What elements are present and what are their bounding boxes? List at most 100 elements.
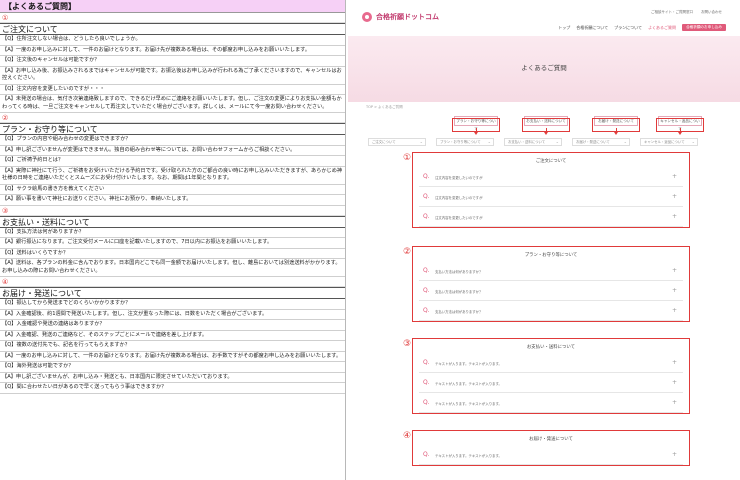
- site-logo[interactable]: 合格祈願ドットコム: [362, 12, 439, 22]
- faq-question-row[interactable]: Q. 注文内容を変更したいのですが +: [419, 187, 683, 207]
- select-plans[interactable]: プラン・お守り等について ⌄: [436, 138, 494, 146]
- arrow-down-icon: [474, 128, 479, 136]
- page-title: よくあるご質問: [521, 64, 567, 72]
- question-line: 【Q】振込してから発送までどのくらいかかりますか？: [0, 299, 345, 310]
- site-header: 合格祈願ドットコム ご相談サイト・ご質問窓口 お問い合わせ トップ 合格祈願につ…: [348, 0, 740, 36]
- top-link-contact[interactable]: お問い合わせ: [701, 10, 722, 15]
- q-mark-icon: Q.: [423, 193, 430, 200]
- section-number: ②: [403, 247, 412, 257]
- answer-line: 【A】未発送の場合は、気付き次第連絡致しますので、できるだけ早めにご連絡をお願い…: [0, 95, 345, 113]
- chevron-down-icon: ⌄: [555, 139, 559, 144]
- plus-icon[interactable]: +: [672, 379, 677, 386]
- question-text: 注文内容を変更したいのですが: [435, 196, 483, 200]
- plus-icon[interactable]: +: [672, 359, 677, 366]
- q-mark-icon: Q.: [423, 287, 430, 294]
- plus-icon[interactable]: +: [672, 213, 677, 220]
- category-number: ③: [0, 206, 345, 216]
- plus-icon[interactable]: +: [672, 173, 677, 180]
- section-title: お届け・発送について: [529, 437, 573, 442]
- section-title: プラン・お守り等について: [524, 253, 578, 258]
- answer-line: 【A】入金確認、発送のご連絡など、そのステップごとにメールで連絡を差し上げます。: [0, 331, 345, 341]
- faq-section: ④ お届け・発送について Q. テキストが入ります。テキストが入ります。 +: [403, 430, 690, 466]
- q-mark-icon: Q.: [423, 307, 430, 314]
- faq-question-row[interactable]: Q. 注文内容を変更したいのですが +: [419, 207, 683, 227]
- faq-question-row[interactable]: Q. 支払い方法は何がありますか？ +: [419, 261, 683, 281]
- question-line: 【Q】支払方法は何がありますか？: [0, 228, 345, 238]
- select-order[interactable]: ご注文について ⌄: [368, 138, 426, 146]
- question-text: 支払い方法は何がありますか？: [435, 270, 483, 274]
- sheet-title: 【よくあるご質問】: [0, 0, 345, 13]
- faq-question-row[interactable]: Q. 支払い方法は何がありますか？ +: [419, 281, 683, 301]
- nav-item-about[interactable]: 合格祈願について: [576, 25, 608, 31]
- plus-icon[interactable]: +: [672, 307, 677, 314]
- answer-line: 【A】一度のお申し込みに対して、一件のお届けとなります。お届け先が複数ある場合は…: [0, 352, 345, 362]
- page-hero: よくあるご質問: [348, 36, 740, 102]
- faq-section: ① ご注文について Q. 注文内容を変更したいのですが + Q. 注文内容を変更したいのです…: [403, 152, 690, 228]
- question-line: 【Q】送料はいくらですか？: [0, 249, 345, 259]
- faq-question-row[interactable]: Q. テキストが入ります。テキストが入ります。 +: [419, 353, 683, 373]
- website-mockup: 合格祈願ドットコム ご相談サイト・ご質問窓口 お問い合わせ トップ 合格祈願につ…: [348, 0, 740, 480]
- faq-question-row[interactable]: Q. テキストが入ります。テキストが入ります。 +: [419, 445, 683, 465]
- arrow-down-icon: [544, 128, 549, 136]
- select-payment[interactable]: お支払い・送料について ⌄: [504, 138, 562, 146]
- category-number: ②: [0, 113, 345, 123]
- apply-button[interactable]: 合格祈願のお申し込み: [682, 24, 726, 31]
- section-title: ご注文について: [535, 159, 567, 164]
- question-line: 【Q】注文内容を変更したいのですが・・・: [0, 85, 345, 95]
- question-text: テキストが入ります。テキストが入ります。: [435, 362, 502, 366]
- category-number: ④: [0, 277, 345, 287]
- answer-line: 【A】入金確認後、約1週間で発送いたします。但し、注文が重なった際には、日数をい…: [0, 310, 345, 320]
- plus-icon[interactable]: +: [672, 451, 677, 458]
- faq-question-row[interactable]: Q. 注文内容を変更したいのですが +: [419, 167, 683, 187]
- top-links: ご相談サイト・ご質問窓口 お問い合わせ: [651, 10, 722, 15]
- nav-item-faq[interactable]: よくあるご質問: [648, 25, 676, 31]
- sheet-body: ① ご注文について 【Q】住所注文しない場合は、どうしたら良いでしょうか。 【A】一度…: [0, 13, 345, 394]
- select-label: お届け・発送について: [576, 140, 610, 144]
- question-text: テキストが入ります。テキストが入ります。: [435, 402, 502, 406]
- q-mark-icon: Q.: [423, 173, 430, 180]
- breadcrumb: TOP > よくあるご質問: [366, 105, 403, 109]
- question-line: 【Q】海外発送は可能ですか？: [0, 362, 345, 373]
- select-delivery[interactable]: お届け・発送について ⌄: [572, 138, 630, 146]
- q-mark-icon: Q.: [423, 399, 430, 406]
- faq-question-row[interactable]: Q. テキストが入ります。テキストが入ります。 +: [419, 393, 683, 413]
- section-number: ④: [403, 431, 412, 441]
- plus-icon[interactable]: +: [672, 193, 677, 200]
- sakura-icon: [362, 12, 372, 22]
- question-text: 支払い方法は何がありますか？: [435, 290, 483, 294]
- faq-section: ② プラン・お守り等について Q. 支払い方法は何がありますか？ + Q. 支払い方法は何が…: [403, 246, 690, 322]
- question-line: 【Q】住所注文しない場合は、どうしたら良いでしょうか。: [0, 35, 345, 46]
- q-mark-icon: Q.: [423, 213, 430, 220]
- question-text: 注文内容を変更したいのですが: [435, 176, 483, 180]
- select-label: プラン・お守り等について: [440, 140, 481, 144]
- faq-question-row[interactable]: Q. テキストが入ります。テキストが入ります。 +: [419, 373, 683, 393]
- answer-line: 【A】申し訳ございませんが変更はできません。独自の組み合わせ等については、お問い…: [0, 146, 345, 156]
- question-line: 【Q】ご祈祷予約日とは？: [0, 156, 345, 167]
- nav-item-plans[interactable]: プランについて: [614, 25, 642, 31]
- select-label: ご注文について: [372, 140, 396, 144]
- chevron-down-icon: ⌄: [487, 139, 491, 144]
- question-text: 支払い方法は何がありますか？: [435, 310, 483, 314]
- plus-icon[interactable]: +: [672, 267, 677, 274]
- q-mark-icon: Q.: [423, 267, 430, 274]
- answer-line: 【A】お申し込み後、お振込みされるまではキャンセルが可能です。お振込後はお申し込…: [0, 67, 345, 85]
- nav-item-top[interactable]: トップ: [558, 25, 570, 31]
- question-text: 注文内容を変更したいのですが: [435, 216, 483, 220]
- q-mark-icon: Q.: [423, 379, 430, 386]
- category-heading: ご注文について: [0, 23, 345, 35]
- faq-question-row[interactable]: Q. 支払い方法は何がありますか？ +: [419, 301, 683, 321]
- plus-icon[interactable]: +: [672, 399, 677, 406]
- q-mark-icon: Q.: [423, 359, 430, 366]
- answer-line: 【A】申し訳ございませんが、お申し込み・発送とも、日本国内に限定させていただいて…: [0, 373, 345, 383]
- question-line: 【Q】注文後のキャンセルは可能ですか？: [0, 56, 345, 67]
- annotation-tabs: プラン・お守り等について お支払い・送料について お届け・発送について キャンセ…: [366, 116, 722, 136]
- answer-line: 【A】一度のお申し込みに対して、一件のお届けとなります。お届け先が複数ある場合は…: [0, 46, 345, 56]
- plus-icon[interactable]: +: [672, 287, 677, 294]
- question-line: 【Q】複数の送付先でも、記名を行ってもらえますか？: [0, 341, 345, 352]
- answer-line: 【A】送料は、各プランの料金に含んでおります。日本国内どこでも同一金額でお届けい…: [0, 259, 345, 277]
- top-link-help[interactable]: ご相談サイト・ご質問窓口: [651, 10, 693, 15]
- faq-section: ③ お支払い・送料について Q. テキストが入ります。テキストが入ります。 + Q. テキス…: [403, 338, 690, 414]
- chevron-down-icon: ⌄: [623, 139, 627, 144]
- question-line: 【Q】サクラ絵馬の書き方を教えてください: [0, 185, 345, 195]
- select-cancel[interactable]: キャンセル・返品について ⌄: [640, 138, 698, 146]
